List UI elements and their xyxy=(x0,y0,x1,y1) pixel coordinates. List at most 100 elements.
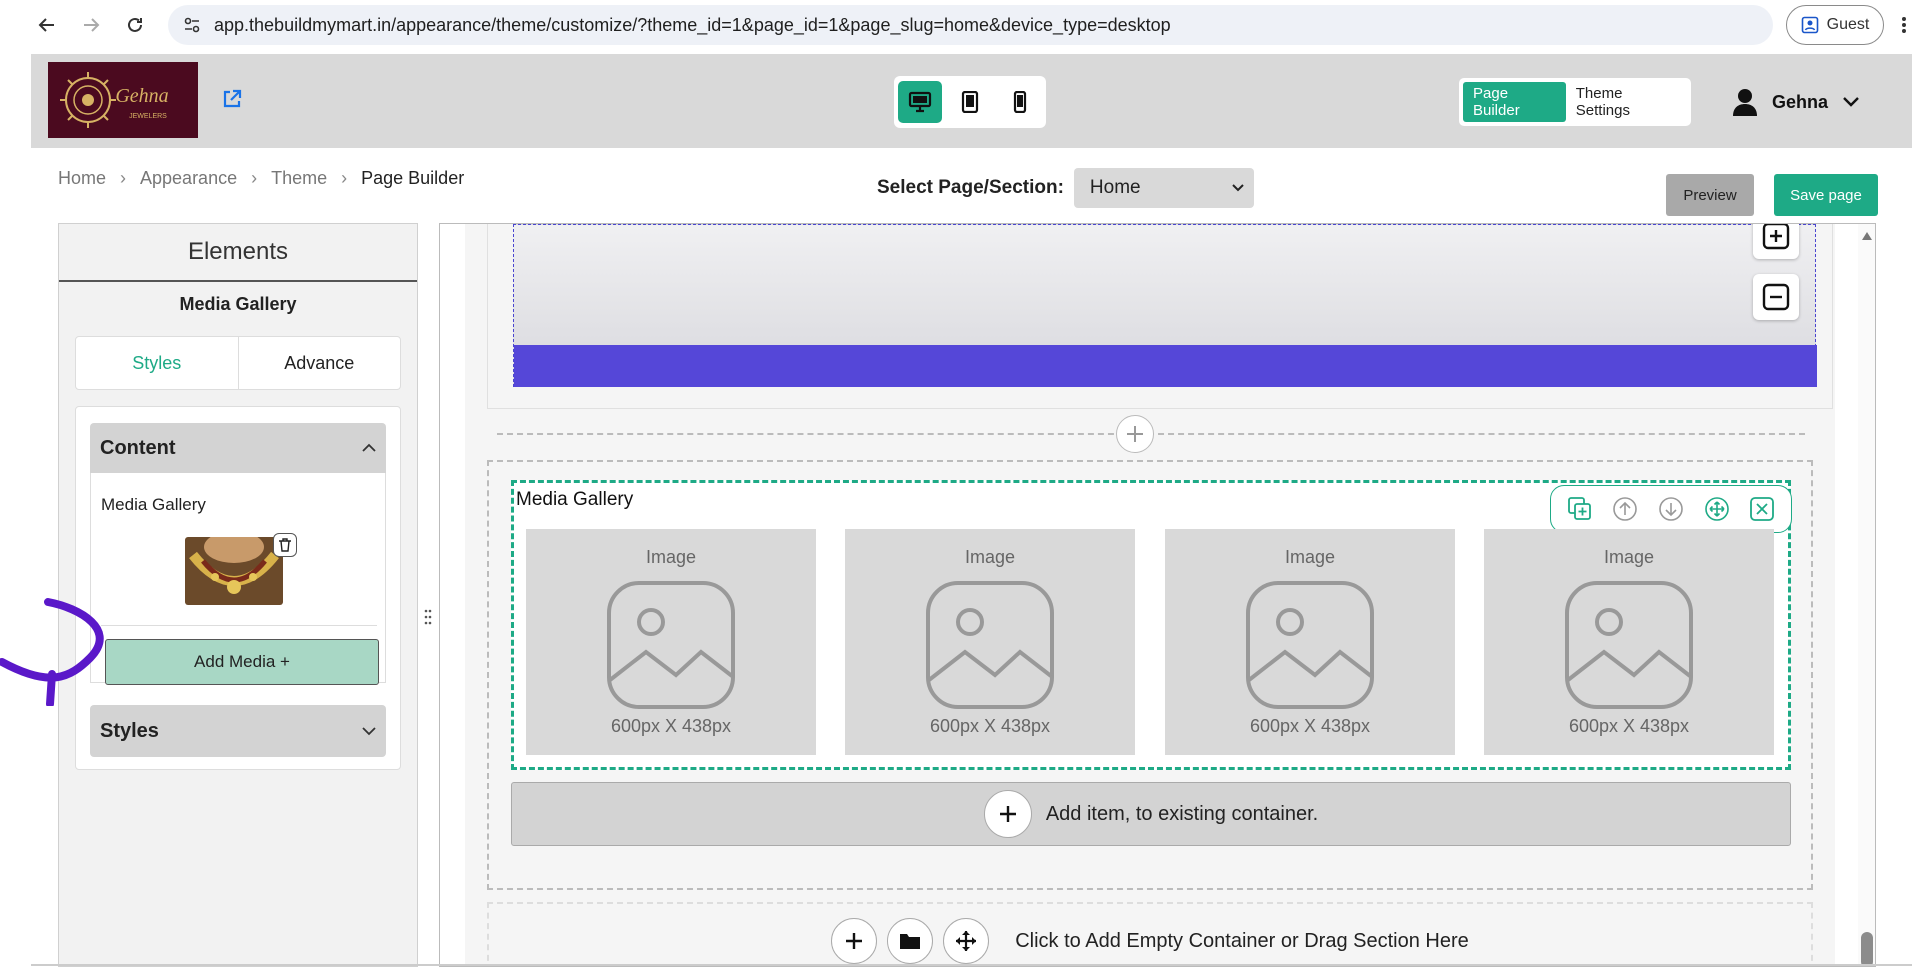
address-bar[interactable]: app.thebuildmymart.in/appearance/theme/c… xyxy=(168,5,1773,45)
chevron-down-icon xyxy=(362,727,376,736)
divider xyxy=(101,625,377,626)
image-placeholder-icon xyxy=(1246,581,1374,709)
mobile-view-button[interactable] xyxy=(998,81,1042,123)
device-switcher xyxy=(894,76,1046,128)
gallery-image-placeholder[interactable]: Image 600px X 438px xyxy=(1484,529,1774,755)
empty-container-dropzone[interactable]: Click to Add Empty Container or Drag Sec… xyxy=(487,902,1813,966)
image-size-label: 600px X 438px xyxy=(610,716,732,736)
media-gallery-block[interactable]: Media Gallery Image 600px X 438px Image … xyxy=(511,480,1792,770)
mobile-icon xyxy=(1013,91,1027,113)
kebab-menu-icon xyxy=(1902,17,1906,33)
panel-card: Content Media Gallery Add Media + Styles xyxy=(75,406,401,770)
delete-block-button[interactable] xyxy=(1747,494,1777,524)
app-header: Gehna JEWELERS Page Builder Theme Settin… xyxy=(31,54,1912,148)
profile-button[interactable]: Guest xyxy=(1786,5,1884,45)
user-name: Gehna xyxy=(1772,91,1829,112)
gallery-image-placeholder[interactable]: Image 600px X 438px xyxy=(845,529,1135,755)
image-placeholder-icon xyxy=(1565,581,1693,709)
image-placeholder-icon xyxy=(926,581,1054,709)
preview-button[interactable]: Preview xyxy=(1666,174,1754,216)
forward-button[interactable] xyxy=(76,10,106,40)
url-text: app.thebuildmymart.in/appearance/theme/c… xyxy=(214,14,1171,35)
desktop-view-button[interactable] xyxy=(898,81,942,123)
media-gallery-label: Media Gallery xyxy=(101,495,206,514)
gallery-title: Media Gallery xyxy=(516,489,634,510)
breadcrumb-appearance[interactable]: Appearance xyxy=(140,168,237,189)
theme-settings-tab[interactable]: Theme Settings xyxy=(1566,82,1687,122)
tablet-view-button[interactable] xyxy=(948,81,992,123)
canvas-scrollbar[interactable] xyxy=(1858,224,1875,966)
site-settings-icon[interactable] xyxy=(182,15,202,35)
image-label: Image xyxy=(645,547,697,567)
chevron-down-icon xyxy=(1232,184,1244,192)
builder-canvas: Media Gallery Image 600px X 438px Image … xyxy=(439,223,1876,967)
necklace-image-icon xyxy=(185,537,283,605)
gallery-image-placeholder[interactable]: Image 600px X 438px xyxy=(526,529,816,755)
image-label: Image xyxy=(1603,547,1655,567)
scrollbar-thumb[interactable] xyxy=(1861,932,1873,966)
mode-switcher: Page Builder Theme Settings xyxy=(1459,78,1691,126)
styles-heading: Styles xyxy=(100,719,159,742)
breadcrumb-page-builder: Page Builder xyxy=(361,168,465,188)
bottom-border xyxy=(31,964,1912,966)
drag-section-button[interactable] xyxy=(943,918,990,964)
arrow-up-circle-icon xyxy=(1613,497,1638,521)
breadcrumb-theme[interactable]: Theme xyxy=(271,168,327,189)
zoom-out-button[interactable] xyxy=(1753,274,1799,320)
breadcrumb: Home › Appearance › Theme › Page Builder xyxy=(58,168,464,189)
minus-square-icon xyxy=(1762,283,1790,311)
duplicate-icon xyxy=(1567,497,1591,520)
drag-move-button[interactable] xyxy=(1702,494,1732,524)
panel-resize-handle[interactable] xyxy=(424,606,432,628)
reload-button[interactable] xyxy=(120,10,150,40)
image-size-label: 600px X 438px xyxy=(1568,716,1690,736)
add-media-button[interactable]: Add Media + xyxy=(105,639,379,685)
page-select-value: Home xyxy=(1089,177,1141,198)
add-item-text: Add item, to existing container. xyxy=(1045,802,1319,825)
move-up-button[interactable] xyxy=(1610,494,1640,524)
zoom-in-button[interactable] xyxy=(1753,224,1799,259)
arrow-left-icon xyxy=(38,18,54,32)
brand-logo[interactable]: Gehna JEWELERS xyxy=(48,62,198,138)
arrow-right-icon xyxy=(84,18,100,32)
move-icon xyxy=(956,931,977,951)
content-heading: Content xyxy=(100,436,176,459)
media-thumbnail[interactable] xyxy=(185,537,283,605)
gallery-image-placeholder[interactable]: Image 600px X 438px xyxy=(1165,529,1455,755)
arrow-down-circle-icon xyxy=(1659,497,1683,521)
page-builder-tab[interactable]: Page Builder xyxy=(1463,82,1566,122)
breadcrumb-home[interactable]: Home xyxy=(58,168,106,189)
desktop-icon xyxy=(908,91,932,113)
user-menu[interactable]: Gehna xyxy=(1732,84,1860,120)
trash-icon xyxy=(279,538,291,552)
add-item-button[interactable] xyxy=(983,790,1032,838)
chevron-right-icon: › xyxy=(251,168,258,188)
plus-icon xyxy=(1127,426,1143,442)
plus-icon xyxy=(999,806,1016,822)
delete-media-button[interactable] xyxy=(273,533,297,557)
open-external-icon[interactable] xyxy=(221,88,243,115)
tab-styles[interactable]: Styles xyxy=(76,337,239,389)
hero-section[interactable] xyxy=(513,224,1817,387)
insert-section-button[interactable] xyxy=(1116,415,1154,453)
tab-advance[interactable]: Advance xyxy=(239,337,401,389)
styles-accordion-header[interactable]: Styles xyxy=(90,705,386,757)
image-label: Image xyxy=(964,547,1016,567)
page-select-label: Select Page/Section: xyxy=(877,177,1064,198)
add-container-button[interactable] xyxy=(831,918,878,964)
add-item-bar[interactable]: Add item, to existing container. xyxy=(511,782,1791,846)
page-select-dropdown[interactable]: Home xyxy=(1073,168,1254,208)
save-page-button[interactable]: Save page xyxy=(1774,174,1878,216)
image-size-label: 600px X 438px xyxy=(929,716,1051,736)
move-down-button[interactable] xyxy=(1656,494,1686,524)
duplicate-button[interactable] xyxy=(1565,494,1595,524)
close-square-icon xyxy=(1750,497,1775,521)
browser-menu-button[interactable] xyxy=(1896,10,1912,40)
scroll-up-arrow-icon xyxy=(1862,232,1872,240)
chevron-down-icon xyxy=(1843,97,1859,107)
hero-banner-bar xyxy=(514,345,1817,387)
media-gallery-section: Media Gallery Image 600px X 438px Image … xyxy=(487,460,1813,890)
open-templates-button[interactable] xyxy=(887,918,934,964)
back-button[interactable] xyxy=(32,10,62,40)
content-accordion-header[interactable]: Content xyxy=(90,423,386,473)
